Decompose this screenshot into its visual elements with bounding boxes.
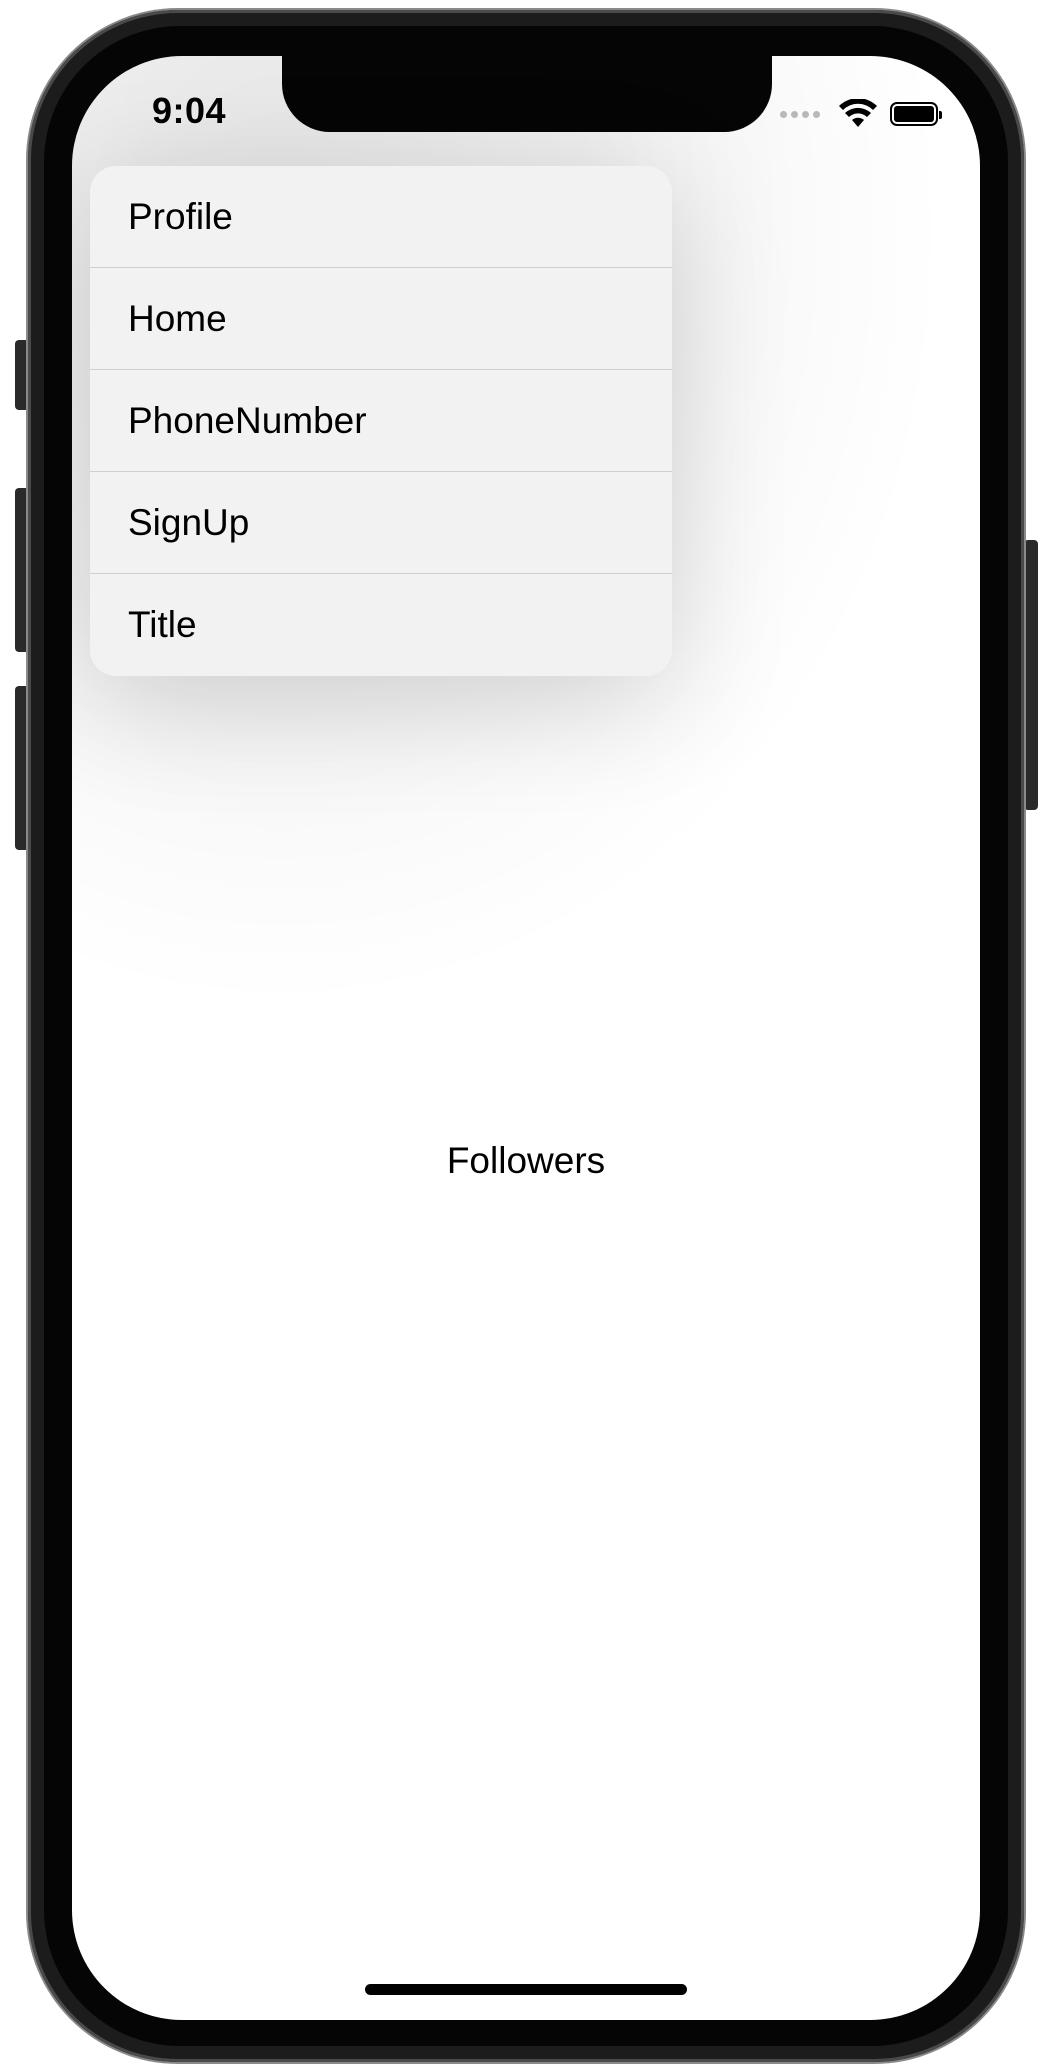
home-indicator[interactable]	[365, 1984, 687, 1995]
menu-item-signup[interactable]: SignUp	[90, 472, 672, 574]
cellular-signal-icon	[780, 110, 820, 118]
menu-item-home[interactable]: Home	[90, 268, 672, 370]
status-icons	[780, 96, 942, 132]
phone-screen: 9:04 Profile Home PhoneNumber SignUp Tit…	[72, 56, 980, 2020]
menu-item-title[interactable]: Title	[90, 574, 672, 676]
volume-down-button	[15, 686, 29, 850]
menu-item-profile[interactable]: Profile	[90, 166, 672, 268]
volume-up-button	[15, 488, 29, 652]
notch	[282, 56, 772, 132]
menu-item-phonenumber[interactable]: PhoneNumber	[90, 370, 672, 472]
dropdown-menu: Profile Home PhoneNumber SignUp Title	[90, 166, 672, 676]
battery-icon	[890, 102, 942, 126]
device-stage: 9:04 Profile Home PhoneNumber SignUp Tit…	[0, 0, 1050, 2068]
status-time: 9:04	[152, 90, 227, 131]
power-button	[1024, 540, 1038, 810]
silent-switch	[15, 340, 29, 410]
page-title: Followers	[446, 1140, 606, 1181]
wifi-icon	[839, 99, 877, 127]
